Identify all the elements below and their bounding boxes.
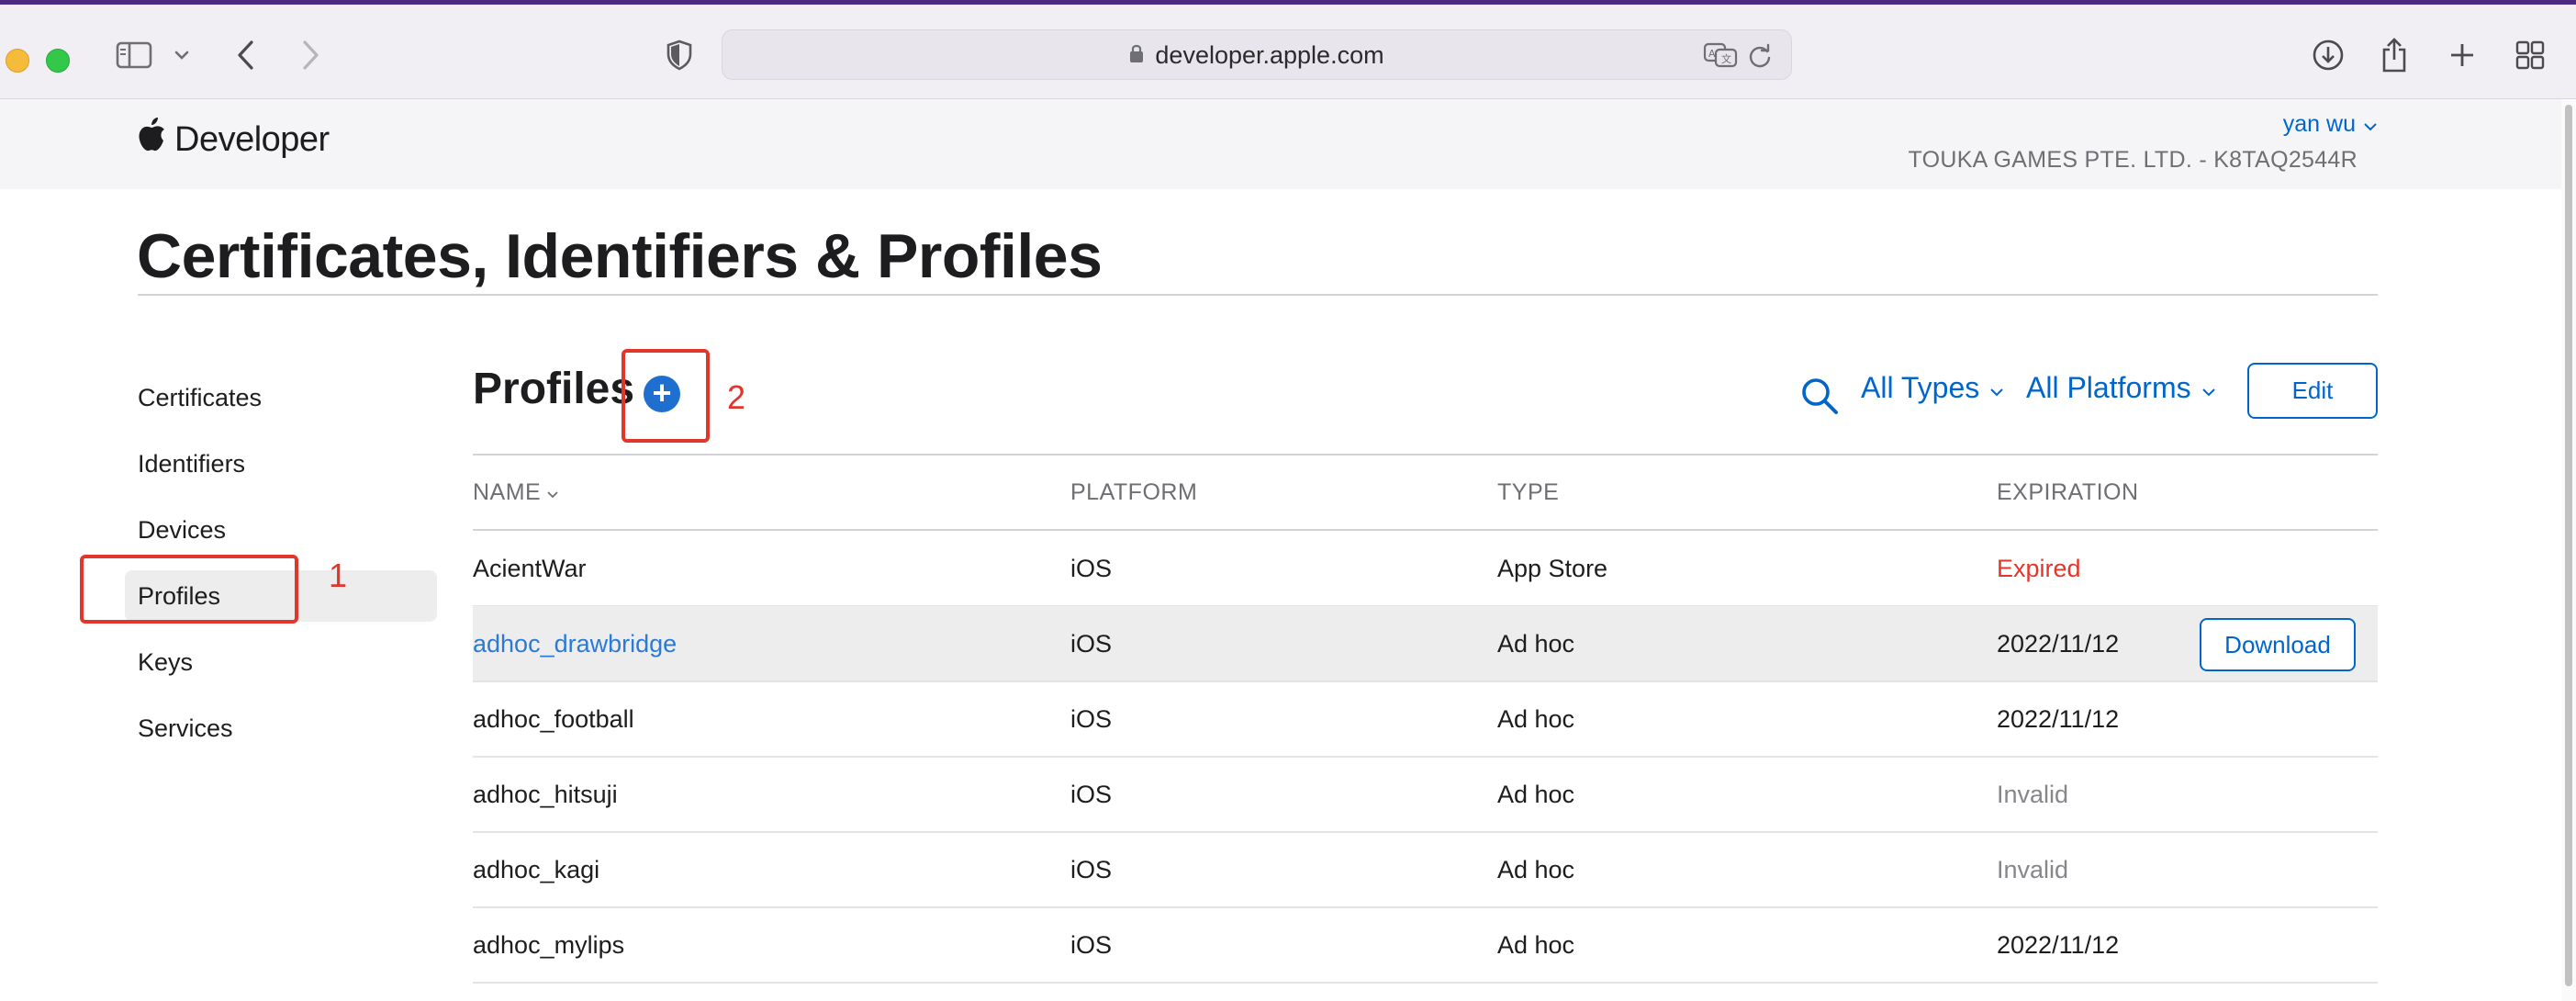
edit-button[interactable]: Edit	[2247, 363, 2378, 419]
profile-platform: iOS	[1070, 930, 1113, 959]
chevron-down-icon	[2201, 371, 2217, 405]
column-header-label: NAME	[473, 479, 542, 505]
platform-filter-dropdown[interactable]: All Platforms	[2026, 371, 2217, 405]
table-row[interactable]: adhoc_hitsuji iOS Ad hoc Invalid	[473, 757, 2378, 833]
scrollbar-thumb[interactable]	[2565, 105, 2572, 986]
page-scrollbar[interactable]	[2561, 99, 2576, 1001]
table-row[interactable]: adhoc_mylips iOS Ad hoc 2022/11/12	[473, 907, 2378, 984]
annotation-number-2: 2	[727, 378, 746, 416]
profile-expiration: 2022/11/12	[1997, 629, 2120, 658]
back-icon[interactable]	[230, 30, 263, 80]
sidebar-item-label: Identifiers	[138, 449, 246, 478]
profile-platform: iOS	[1070, 629, 1113, 658]
profile-name[interactable]: adhoc_hitsuji	[473, 757, 618, 832]
sidebar-item-keys[interactable]: Keys	[125, 636, 437, 688]
sidebar-item-identifiers[interactable]: Identifiers	[125, 438, 437, 489]
profile-name[interactable]: adhoc_kagi	[473, 832, 599, 907]
table-row[interactable]: AcientWar iOS App Store Expired	[473, 531, 2378, 607]
brand-name: Developer	[174, 119, 330, 159]
section-title: Profiles	[473, 365, 635, 413]
profile-name[interactable]: adhoc_football	[473, 681, 634, 757]
user-menu[interactable]: yan wu	[2283, 111, 2378, 138]
column-header-type: TYPE	[1497, 479, 1559, 506]
profile-expiration: Invalid	[1997, 780, 2069, 808]
chevron-down-icon[interactable]	[169, 30, 195, 80]
user-name: yan wu	[2282, 111, 2356, 137]
search-icon[interactable]	[1798, 374, 1842, 418]
address-bar[interactable]: developer.apple.com A文	[722, 29, 1792, 80]
annotation-box-profiles	[80, 555, 298, 624]
reload-icon[interactable]	[1747, 43, 1773, 73]
profile-type: Ad hoc	[1497, 930, 1575, 959]
annotation-number-1: 1	[329, 557, 348, 594]
svg-text:文: 文	[1721, 52, 1731, 65]
chevron-down-icon	[1988, 371, 2005, 405]
divider	[138, 294, 2378, 296]
translate-icon[interactable]: A文	[1703, 42, 1738, 73]
apple-logo-icon	[138, 118, 167, 162]
divider	[473, 982, 2378, 984]
sidebar-item-certificates[interactable]: Certificates	[125, 372, 437, 423]
profile-name[interactable]: adhoc_mylips	[473, 907, 624, 983]
profile-name[interactable]: AcientWar	[473, 531, 587, 606]
url-text: developer.apple.com	[1155, 41, 1384, 69]
profile-expiration: Expired	[1997, 554, 2081, 582]
profile-expiration: 2022/11/12	[1997, 704, 2120, 733]
team-name: TOUKA GAMES PTE. LTD. - K8TAQ2544R	[1908, 147, 2358, 173]
sort-chevron-icon	[546, 479, 559, 506]
column-header-name[interactable]: NAME	[473, 479, 559, 506]
type-filter-dropdown[interactable]: All Types	[1861, 371, 2005, 405]
zoom-window-button[interactable]	[46, 49, 70, 73]
sidebar-item-label: Keys	[138, 647, 194, 676]
page-title: Certificates, Identifiers & Profiles	[137, 221, 1103, 291]
column-header-expiration: EXPIRATION	[1997, 479, 2139, 506]
sidebar-toggle-icon[interactable]	[112, 30, 156, 80]
table-row[interactable]: adhoc_football iOS Ad hoc 2022/11/12	[473, 681, 2378, 758]
profile-type: Ad hoc	[1497, 704, 1575, 733]
table-row[interactable]: adhoc_drawbridge iOS Ad hoc 2022/11/12 D…	[473, 606, 2378, 682]
sidebar-item-label: Devices	[138, 515, 227, 544]
profile-name[interactable]: adhoc_drawbridge	[473, 606, 677, 681]
profile-platform: iOS	[1070, 855, 1113, 883]
developer-header: Developer yan wu TOUKA GAMES PTE. LTD. -…	[0, 99, 2561, 189]
new-tab-icon[interactable]	[2444, 30, 2481, 80]
forward-icon[interactable]	[294, 30, 327, 80]
profile-platform: iOS	[1070, 554, 1113, 582]
downloads-icon[interactable]	[2308, 30, 2348, 80]
divider	[473, 454, 2378, 456]
developer-logo[interactable]: Developer	[138, 118, 330, 162]
sidebar-item-services[interactable]: Services	[125, 703, 437, 754]
sidebar-item-devices[interactable]: Devices	[125, 504, 437, 556]
download-button[interactable]: Download	[2200, 618, 2356, 671]
profile-expiration: Invalid	[1997, 855, 2069, 883]
platform-filter-label: All Platforms	[2026, 371, 2191, 404]
lock-icon	[1129, 41, 1144, 70]
annotation-box-add	[622, 349, 710, 443]
profile-type: Ad hoc	[1497, 780, 1575, 808]
minimize-window-button[interactable]	[6, 49, 29, 73]
sidebar-item-label: Certificates	[138, 383, 263, 411]
profile-platform: iOS	[1070, 704, 1113, 733]
column-header-label: EXPIRATION	[1997, 479, 2139, 505]
table-row[interactable]: adhoc_kagi iOS Ad hoc Invalid	[473, 832, 2378, 908]
sidebar-item-label: Services	[138, 714, 233, 742]
column-header-platform: PLATFORM	[1070, 479, 1197, 506]
chevron-down-icon	[2363, 111, 2378, 138]
profile-platform: iOS	[1070, 780, 1113, 808]
share-icon[interactable]	[2376, 30, 2413, 80]
column-header-label: TYPE	[1497, 479, 1560, 505]
tab-overview-icon[interactable]	[2512, 30, 2548, 80]
profile-type: Ad hoc	[1497, 629, 1575, 658]
svg-text:A: A	[1708, 48, 1716, 60]
type-filter-label: All Types	[1861, 371, 1980, 404]
profile-type: App Store	[1497, 554, 1608, 582]
browser-toolbar: developer.apple.com A文	[0, 5, 2576, 99]
privacy-shield-icon[interactable]	[661, 30, 698, 80]
profile-type: Ad hoc	[1497, 855, 1575, 883]
profile-expiration: 2022/11/12	[1997, 930, 2120, 959]
column-header-label: PLATFORM	[1070, 479, 1198, 505]
